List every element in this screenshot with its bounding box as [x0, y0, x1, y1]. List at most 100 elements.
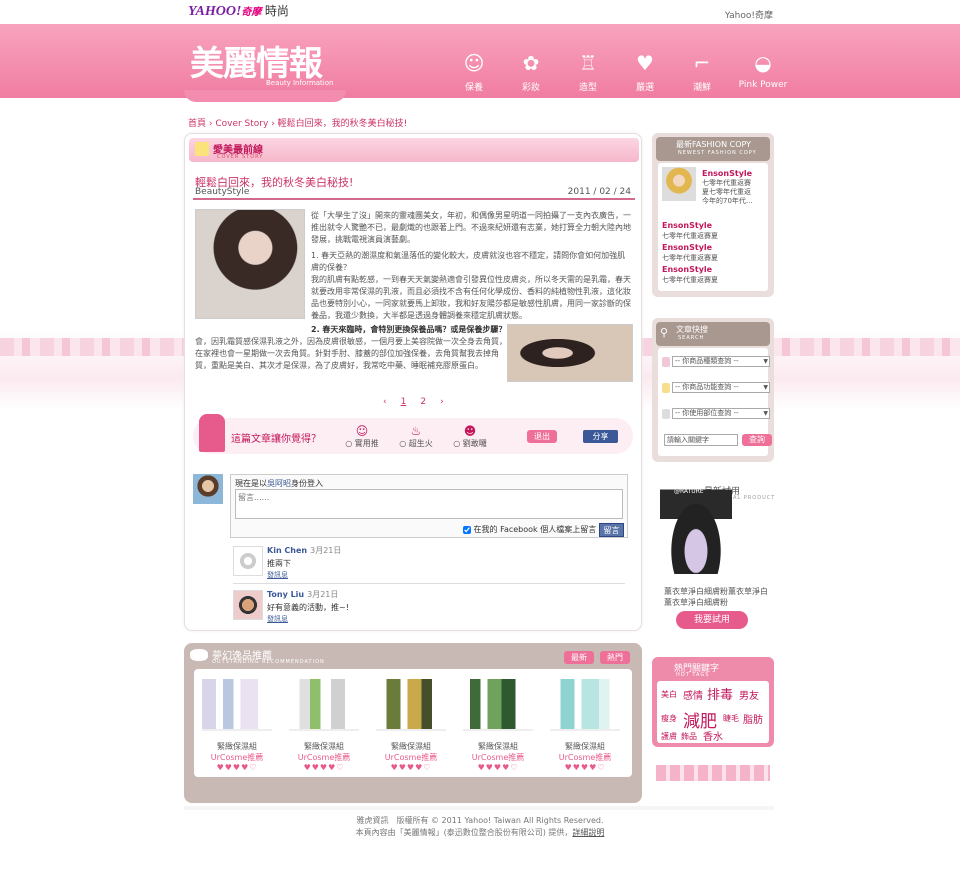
nav-pink-power[interactable]: ◒ Pink Power [733, 50, 793, 93]
tag[interactable]: 美白 [661, 689, 677, 700]
tag[interactable]: 飾品 [681, 731, 697, 742]
product-list: 緊緻保濕組 UrCosme推薦 ♥♥♥♥♡ 緊緻保濕組 UrCosme推薦 ♥♥♥♥♡ … [194, 669, 632, 777]
body-part-select[interactable]: -- 你使用部位查詢 -- [672, 408, 770, 419]
fashion-thumbnail[interactable] [662, 167, 696, 201]
product-image [376, 679, 446, 731]
comment-item: Tony Liu 3月21日 好有意義的活動，推~! 發訊息 [233, 586, 625, 628]
try-now-button[interactable]: 我要試用 [676, 611, 748, 629]
top-bar: YAHOO!奇摩 時尚 Yahoo!奇摩 [0, 0, 960, 24]
function-select[interactable]: -- 你商品功能查詢 -- [672, 382, 770, 393]
commenter-name[interactable]: Kin Chen [267, 546, 307, 555]
product-image [463, 679, 533, 731]
facebook-share-button[interactable]: 分享 [583, 430, 618, 443]
send-message-link[interactable]: 發訊息 [267, 570, 288, 580]
tag[interactable]: 睫毛 [723, 713, 739, 724]
trial-description: 薰衣草淨白細膚粉薰衣草淨白薰衣草淨白細膚粉 [664, 587, 768, 607]
commenter-name[interactable]: Tony Liu [267, 590, 304, 599]
search-button[interactable]: 查詢 [742, 434, 772, 446]
trial-product-image[interactable]: @RATURE [660, 482, 732, 574]
tab-newest[interactable]: 最新 [564, 651, 594, 664]
article-paragraph: 從「大學生了沒」開來的靈魂團美女，年初，和偶像男星明道一同拍攝了一支內衣廣告，一… [311, 211, 631, 244]
product-card[interactable]: 緊緻保濕組 UrCosme推薦 ♥♥♥♥♡ [457, 679, 539, 772]
tag[interactable]: 男友 [739, 687, 759, 702]
feedback-option-angry[interactable]: ♨ ○ 超生火 [391, 424, 441, 449]
book-icon [195, 142, 209, 156]
product-card[interactable]: 緊緻保濕組 UrCosme推薦 ♥♥♥♥♡ [196, 679, 278, 772]
tag[interactable]: 瘦身 [661, 713, 677, 724]
fashion-copy-panel: 最新FASHION COPY NEWEST FASHION COPY EnsonS… [652, 133, 774, 297]
site-logo-subtitle: Beauty Information [266, 79, 334, 87]
fashion-list: EnsonStyle 七零年代重返賽 夏七零年代重返 今年的70年代... Enso… [658, 163, 768, 291]
site-logo[interactable]: 美麗情報 [190, 36, 323, 85]
fashion-item[interactable]: EnsonStyle 七零年代重返賽夏 [662, 265, 718, 285]
feedback-option-useful[interactable]: ☺ ○ 實用推 [337, 424, 387, 449]
rating-hearts: ♥♥♥♥♡ [216, 763, 258, 772]
breadcrumb-cover[interactable]: Cover Story [215, 119, 268, 129]
product-card[interactable]: 緊緻保濕組 UrCosme推薦 ♥♥♥♥♡ [544, 679, 626, 772]
tag[interactable]: 護膚 [661, 731, 677, 742]
content-shadow [184, 806, 774, 810]
star-icon [662, 383, 670, 393]
exit-button[interactable]: 退出 [527, 430, 557, 443]
product-image [202, 679, 272, 731]
breadcrumb-home[interactable]: 首頁 [188, 119, 206, 129]
tag[interactable]: 感情 [683, 687, 703, 702]
comment-date: 3月21日 [307, 590, 339, 599]
nav-makeup[interactable]: ✿ 彩妝 [505, 50, 557, 93]
fashion-featured-name[interactable]: EnsonStyle [702, 169, 752, 178]
tab-popular[interactable]: 熱門 [600, 651, 630, 664]
product-image [550, 679, 620, 731]
send-message-link[interactable]: 發訊息 [267, 614, 288, 624]
page-1[interactable]: 1 [401, 397, 407, 407]
tag[interactable]: 香水 [703, 728, 723, 743]
tag[interactable]: 脂肪 [743, 711, 763, 726]
feedback-bar: 這篇文章讓你覺得？ ☺ ○ 實用推 ♨ ○ 超生火 ☻ ○ 劉敢囉 退出 分享 [193, 414, 633, 454]
fire-icon: ♨ [410, 424, 422, 438]
login-user-link[interactable]: 吳阿昭 [267, 479, 291, 488]
feedback-question: 這篇文章讓你覺得？ [231, 434, 321, 445]
next-page[interactable]: › [440, 397, 444, 407]
hot-tags-panel: 熱門關鍵字 HOT TAGS 美白 感情 排毒 男友 瘦身 減肥 睫毛 脂肪 護… [652, 657, 774, 747]
nav-selection[interactable]: ♥ 嚴選 [619, 50, 671, 93]
avatar [233, 546, 263, 576]
product-card[interactable]: 緊緻保濕組 UrCosme推薦 ♥♥♥♥♡ [370, 679, 452, 772]
section-subtitle: COVER STORY [217, 154, 264, 160]
post-to-facebook-checkbox[interactable] [463, 525, 471, 534]
category-select[interactable]: -- 你商品種類查詢 -- [672, 356, 770, 367]
avatar [193, 474, 223, 504]
nav-styling[interactable]: ♖ 造型 [562, 50, 614, 93]
dress-icon: ♖ [579, 51, 597, 75]
face-icon: ☺ [463, 51, 485, 75]
keyword-input[interactable]: 請輸入關鍵字 [664, 434, 738, 446]
fashion-item[interactable]: EnsonStyle 七零年代重返賽夏 [662, 221, 718, 241]
article-question-2: 2. 春天來臨時，會特別更換保養品嗎？或是保養步驟？ [311, 325, 507, 334]
rating-hearts: ♥♥♥♥♡ [303, 763, 345, 772]
heart-icon: ♥ [636, 51, 654, 75]
breadcrumb: 首頁 › Cover Story › 輕鬆白回來，我的秋冬美白秘技! [188, 119, 408, 129]
recommendation-board: 夢幻逸品推薦 OUTSTANDING RECOMMENDATION 最新 熱門 … [184, 643, 642, 803]
yahoo-logo[interactable]: YAHOO!奇摩 時尚 [188, 2, 289, 20]
footer: 雅虎資訊 版權所有 © 2011 Yahoo! Taiwan All Right… [0, 815, 960, 839]
article-photo [195, 209, 305, 319]
comment-input[interactable] [235, 489, 623, 519]
product-card[interactable]: 緊緻保濕組 UrCosme推薦 ♥♥♥♥♡ [283, 679, 365, 772]
brand-tab [184, 90, 346, 102]
comment-text: 推兩下 [267, 559, 291, 568]
fashion-item[interactable]: EnsonStyle 七零年代重返賽夏 [662, 243, 718, 263]
heart-icon [190, 649, 208, 661]
product-image [289, 679, 359, 731]
nav-trend[interactable]: ⌐ 潮鮮 [676, 50, 728, 93]
details-link[interactable]: 詳細說明 [572, 828, 604, 837]
nav-skincare[interactable]: ☺ 保養 [448, 50, 500, 93]
board-leg-right [624, 777, 634, 803]
prev-page[interactable]: ‹ [383, 397, 387, 407]
breadcrumb-current: 輕鬆白回來，我的秋冬美白秘技! [277, 119, 408, 129]
page-2[interactable]: 2 [420, 397, 426, 407]
board-leg-left [192, 777, 202, 803]
submit-comment-button[interactable]: 留言 [599, 523, 624, 537]
feedback-option-dare[interactable]: ☻ ○ 劉敢囉 [445, 424, 495, 449]
yahoo-home-link[interactable]: Yahoo!奇摩 [725, 8, 773, 21]
pagination: ‹ 1 2 › [383, 397, 444, 407]
post-to-facebook-option[interactable]: 在我的 Facebook 個人檔案上留言 [463, 524, 596, 535]
tag[interactable]: 排毒 [707, 684, 733, 703]
